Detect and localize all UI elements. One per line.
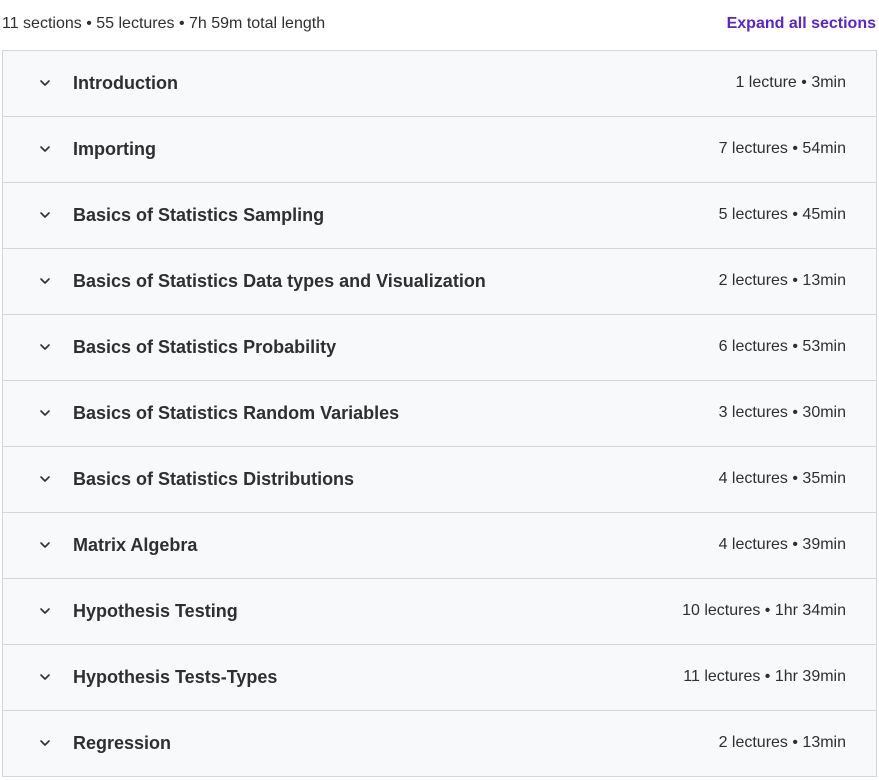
section-row[interactable]: Hypothesis Testing 10 lectures • 1hr 34m…: [3, 578, 876, 644]
section-row[interactable]: Basics of Statistics Data types and Visu…: [3, 248, 876, 314]
chevron-down-icon: [38, 208, 52, 222]
section-title: Basics of Statistics Probability: [73, 337, 337, 357]
section-meta: 6 lectures • 53min: [718, 338, 846, 355]
section-row[interactable]: Basics of Statistics Distributions 4 lec…: [3, 446, 876, 512]
chevron-down-icon: [38, 538, 52, 552]
section-title: Hypothesis Testing: [73, 601, 238, 621]
chevron-down-icon: [38, 142, 52, 156]
section-meta: 1 lecture • 3min: [735, 74, 846, 91]
section-meta: 7 lectures • 54min: [718, 140, 846, 157]
section-title: Introduction: [73, 73, 178, 93]
section-title: Basics of Statistics Random Variables: [73, 403, 400, 423]
section-row[interactable]: Regression 2 lectures • 13min: [3, 710, 876, 776]
section-title: Matrix Algebra: [73, 535, 198, 555]
section-meta: 5 lectures • 45min: [718, 206, 846, 223]
section-meta: 4 lectures • 35min: [718, 470, 846, 487]
section-row[interactable]: Basics of Statistics Random Variables 3 …: [3, 380, 876, 446]
section-row[interactable]: Introduction 1 lecture • 3min: [3, 50, 876, 116]
section-title: Importing: [73, 139, 156, 159]
curriculum-summary: 11 sections • 55 lectures • 7h 59m total…: [2, 15, 326, 32]
section-title: Regression: [73, 733, 172, 753]
chevron-down-icon: [38, 406, 52, 420]
section-meta: 2 lectures • 13min: [718, 734, 846, 751]
chevron-down-icon: [38, 274, 52, 288]
chevron-down-icon: [38, 76, 52, 90]
section-title: Basics of Statistics Sampling: [73, 205, 325, 225]
section-meta: 11 lectures • 1hr 39min: [683, 668, 846, 685]
section-row[interactable]: Basics of Statistics Probability 6 lectu…: [3, 314, 876, 380]
chevron-down-icon: [38, 736, 52, 750]
section-list: Introduction 1 lecture • 3min Importing …: [2, 50, 877, 777]
curriculum-summary-bar: 11 sections • 55 lectures • 7h 59m total…: [0, 0, 879, 50]
section-row[interactable]: Basics of Statistics Sampling 5 lectures…: [3, 182, 876, 248]
section-title: Hypothesis Tests-Types: [73, 667, 278, 687]
chevron-down-icon: [38, 604, 52, 618]
section-title: Basics of Statistics Data types and Visu…: [73, 271, 486, 291]
chevron-down-icon: [38, 472, 52, 486]
chevron-down-icon: [38, 670, 52, 684]
section-row[interactable]: Hypothesis Tests-Types 11 lectures • 1hr…: [3, 644, 876, 710]
section-meta: 10 lectures • 1hr 34min: [682, 602, 846, 619]
expand-all-sections-button[interactable]: Expand all sections: [727, 15, 876, 33]
section-row[interactable]: Matrix Algebra 4 lectures • 39min: [3, 512, 876, 578]
section-meta: 2 lectures • 13min: [718, 272, 846, 289]
section-title: Basics of Statistics Distributions: [73, 469, 355, 489]
section-meta: 3 lectures • 30min: [718, 404, 846, 421]
section-meta: 4 lectures • 39min: [718, 536, 846, 553]
section-row[interactable]: Importing 7 lectures • 54min: [3, 116, 876, 182]
chevron-down-icon: [38, 340, 52, 354]
